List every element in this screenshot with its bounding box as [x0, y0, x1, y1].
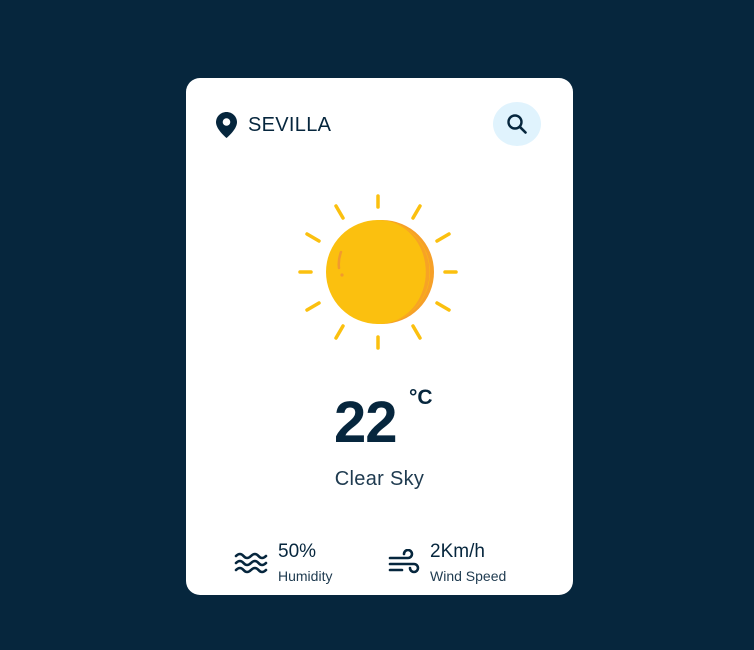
- humidity-label: Humidity: [278, 568, 333, 584]
- city-name: SEVILLA: [248, 113, 332, 136]
- wind-stat: 2Km/h Wind Speed: [388, 540, 506, 585]
- humidity-stat: 50% Humidity: [234, 540, 332, 585]
- temperature-display: 22 °C: [186, 386, 573, 458]
- waves-icon: [234, 552, 268, 573]
- search-icon: [507, 114, 527, 134]
- location-header: SEVILLA: [216, 112, 331, 138]
- weather-card: SEVILLA 22 °C Clear Sky 50% Humidity 2Km…: [186, 78, 573, 595]
- humidity-value: 50%: [278, 541, 317, 562]
- wind-icon: [388, 548, 420, 573]
- search-button[interactable]: [493, 102, 541, 146]
- sun-icon: [298, 194, 458, 350]
- wind-label: Wind Speed: [430, 568, 507, 584]
- weather-description: Clear Sky: [334, 468, 425, 490]
- temperature-value: 22: [334, 390, 398, 455]
- location-pin-icon: [216, 112, 237, 138]
- wind-value: 2Km/h: [430, 541, 485, 562]
- temperature-unit: °C: [409, 386, 433, 409]
